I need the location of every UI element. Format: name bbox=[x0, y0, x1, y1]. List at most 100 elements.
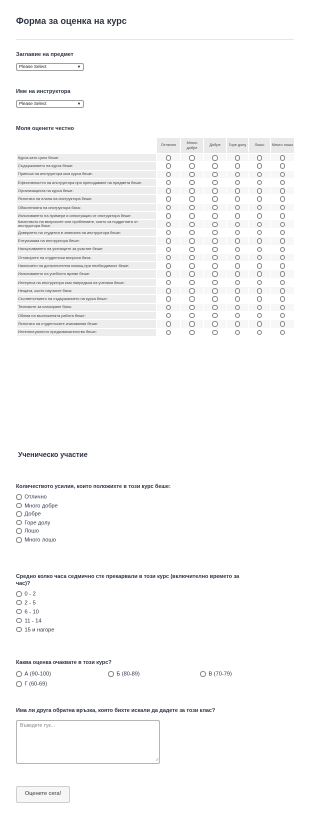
matrix-radio[interactable] bbox=[212, 288, 218, 294]
matrix-radio[interactable] bbox=[279, 288, 286, 294]
matrix-radio[interactable] bbox=[165, 171, 172, 178]
matrix-radio[interactable] bbox=[212, 179, 218, 186]
grade-option[interactable]: Б (80-89) bbox=[108, 671, 140, 679]
matrix-radio[interactable] bbox=[189, 288, 195, 294]
instructor-select[interactable]: Please Select ▼ bbox=[16, 100, 84, 108]
matrix-radio[interactable] bbox=[256, 213, 263, 219]
hours-radio[interactable] bbox=[16, 608, 22, 615]
grade-option[interactable]: Г (60-69) bbox=[16, 681, 47, 689]
effort-radio[interactable] bbox=[16, 494, 22, 500]
matrix-radio[interactable] bbox=[212, 188, 218, 194]
hours-option[interactable]: 11 - 14 bbox=[16, 617, 42, 626]
matrix-radio[interactable] bbox=[279, 196, 286, 202]
matrix-radio[interactable] bbox=[165, 279, 172, 286]
effort-radio[interactable] bbox=[16, 511, 22, 517]
matrix-radio[interactable] bbox=[165, 213, 172, 219]
matrix-radio[interactable] bbox=[279, 329, 286, 336]
matrix-radio[interactable] bbox=[256, 288, 263, 294]
matrix-radio[interactable] bbox=[165, 329, 172, 336]
matrix-radio[interactable] bbox=[189, 221, 195, 228]
matrix-radio[interactable] bbox=[212, 246, 218, 253]
matrix-radio[interactable] bbox=[234, 163, 241, 169]
matrix-radio[interactable] bbox=[234, 288, 241, 294]
matrix-radio[interactable] bbox=[212, 196, 218, 202]
matrix-radio[interactable] bbox=[165, 229, 172, 236]
matrix-radio[interactable] bbox=[256, 196, 263, 202]
matrix-radio[interactable] bbox=[189, 238, 195, 244]
grade-option[interactable]: А (90-100) bbox=[16, 671, 51, 679]
matrix-radio[interactable] bbox=[165, 221, 172, 228]
matrix-radio[interactable] bbox=[256, 263, 263, 269]
matrix-radio[interactable] bbox=[256, 179, 263, 186]
hours-radio[interactable] bbox=[16, 626, 22, 633]
matrix-radio[interactable] bbox=[279, 155, 286, 161]
matrix-radio[interactable] bbox=[165, 321, 172, 327]
matrix-radio[interactable] bbox=[234, 321, 241, 327]
matrix-radio[interactable] bbox=[234, 271, 241, 277]
matrix-radio[interactable] bbox=[234, 254, 241, 261]
matrix-radio[interactable] bbox=[256, 238, 263, 244]
grade-radio[interactable] bbox=[16, 671, 22, 677]
matrix-radio[interactable] bbox=[189, 329, 195, 336]
matrix-radio[interactable] bbox=[189, 179, 195, 186]
matrix-radio[interactable] bbox=[256, 304, 263, 311]
hours-radio[interactable] bbox=[16, 591, 22, 597]
matrix-radio[interactable] bbox=[189, 171, 195, 178]
matrix-radio[interactable] bbox=[279, 188, 286, 194]
matrix-radio[interactable] bbox=[189, 229, 195, 236]
matrix-radio[interactable] bbox=[256, 279, 263, 286]
effort-option[interactable]: Лошо bbox=[16, 528, 39, 536]
matrix-radio[interactable] bbox=[234, 304, 241, 311]
matrix-radio[interactable] bbox=[189, 296, 195, 302]
matrix-radio[interactable] bbox=[189, 163, 195, 169]
matrix-radio[interactable] bbox=[212, 238, 218, 244]
matrix-radio[interactable] bbox=[189, 254, 195, 261]
matrix-radio[interactable] bbox=[189, 279, 195, 286]
matrix-radio[interactable] bbox=[279, 312, 286, 319]
matrix-radio[interactable] bbox=[212, 312, 218, 319]
matrix-radio[interactable] bbox=[256, 329, 263, 336]
matrix-radio[interactable] bbox=[212, 263, 218, 269]
matrix-radio[interactable] bbox=[279, 221, 286, 228]
matrix-radio[interactable] bbox=[165, 155, 172, 161]
matrix-radio[interactable] bbox=[234, 279, 241, 286]
effort-radio[interactable] bbox=[16, 502, 22, 509]
grade-radio[interactable] bbox=[108, 671, 114, 677]
matrix-radio[interactable] bbox=[165, 246, 172, 253]
grade-radio[interactable] bbox=[200, 671, 206, 677]
matrix-radio[interactable] bbox=[234, 246, 241, 253]
effort-option[interactable]: Горе долу bbox=[16, 519, 50, 528]
matrix-radio[interactable] bbox=[189, 204, 195, 211]
matrix-radio[interactable] bbox=[189, 263, 195, 269]
effort-option[interactable]: Много лошо bbox=[16, 537, 56, 545]
grade-option[interactable]: В (70-79) bbox=[200, 671, 232, 679]
matrix-radio[interactable] bbox=[165, 304, 172, 311]
matrix-radio[interactable] bbox=[279, 321, 286, 327]
matrix-radio[interactable] bbox=[212, 304, 218, 311]
matrix-radio[interactable] bbox=[256, 312, 263, 319]
matrix-radio[interactable] bbox=[234, 196, 241, 202]
matrix-radio[interactable] bbox=[279, 204, 286, 211]
effort-option[interactable]: Много добре bbox=[16, 502, 58, 511]
grade-radio[interactable] bbox=[16, 681, 22, 687]
matrix-radio[interactable] bbox=[212, 254, 218, 261]
matrix-radio[interactable] bbox=[189, 196, 195, 202]
matrix-radio[interactable] bbox=[279, 271, 286, 277]
matrix-radio[interactable] bbox=[234, 329, 241, 336]
matrix-radio[interactable] bbox=[165, 188, 172, 194]
matrix-radio[interactable] bbox=[279, 171, 286, 178]
matrix-radio[interactable] bbox=[165, 196, 172, 202]
matrix-radio[interactable] bbox=[165, 163, 172, 169]
matrix-radio[interactable] bbox=[189, 321, 195, 327]
matrix-radio[interactable] bbox=[212, 321, 218, 327]
matrix-radio[interactable] bbox=[165, 288, 172, 294]
matrix-radio[interactable] bbox=[212, 296, 218, 302]
matrix-radio[interactable] bbox=[256, 163, 263, 169]
matrix-radio[interactable] bbox=[234, 238, 241, 244]
matrix-radio[interactable] bbox=[165, 254, 172, 261]
hours-option[interactable]: 0 - 2 bbox=[16, 591, 36, 599]
matrix-radio[interactable] bbox=[189, 188, 195, 194]
matrix-radio[interactable] bbox=[165, 179, 172, 186]
matrix-radio[interactable] bbox=[256, 246, 263, 253]
matrix-radio[interactable] bbox=[212, 229, 218, 236]
